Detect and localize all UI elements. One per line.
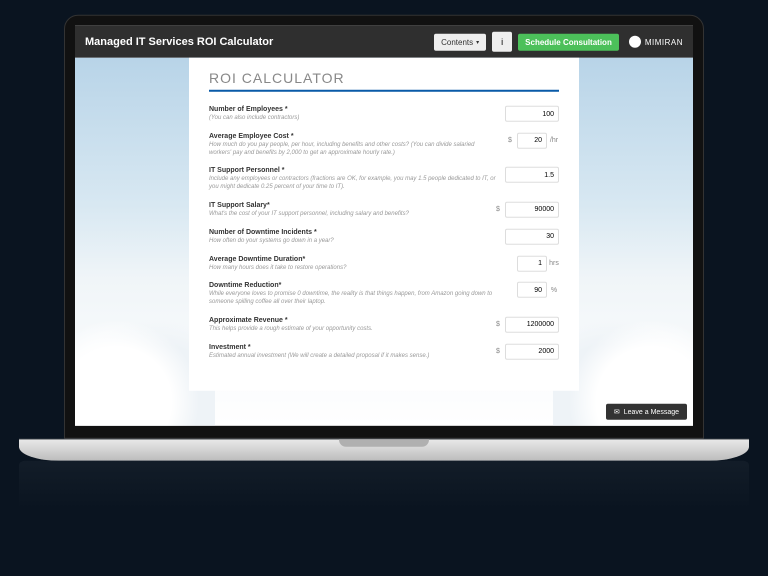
field-input-4[interactable]	[505, 229, 559, 245]
field-label: Number of Downtime Incidents *	[209, 229, 497, 236]
field-suffix: hrs	[549, 260, 559, 267]
info-button[interactable]: i	[492, 32, 512, 52]
leave-message-button[interactable]: Leave a Message	[606, 404, 687, 420]
field-suffix: /hr	[549, 137, 559, 144]
form-row: Number of Downtime Incidents * How often …	[209, 229, 559, 246]
form-row: Average Downtime Duration* How many hours…	[209, 255, 559, 272]
field-prefix: $	[493, 321, 503, 328]
field-help: How many hours does it take to restore o…	[209, 264, 509, 272]
form-row: Average Employee Cost * How much do you p…	[209, 133, 559, 158]
field-help: This helps provide a rough estimate of y…	[209, 326, 485, 334]
form-row: Number of Employees * (You can also inclu…	[209, 106, 559, 123]
contents-label: Contents	[441, 37, 473, 46]
field-label: Downtime Reduction*	[209, 282, 509, 289]
field-help: How much do you pay people, per hour, in…	[209, 142, 497, 158]
laptop-base	[19, 439, 749, 461]
field-input-7[interactable]	[505, 317, 559, 333]
field-prefix: $	[505, 137, 515, 144]
top-bar: Managed IT Services ROI Calculator Conte…	[75, 26, 693, 58]
field-input-2[interactable]	[505, 167, 559, 183]
chevron-down-icon: ▾	[476, 38, 479, 45]
form-row: IT Support Personnel * Include any employ…	[209, 167, 559, 192]
form-rows: Number of Employees * (You can also inclu…	[209, 106, 559, 361]
laptop-mockup: Managed IT Services ROI Calculator Conte…	[64, 15, 704, 521]
field-suffix: %	[549, 287, 559, 294]
field-label: IT Support Salary*	[209, 202, 485, 209]
field-prefix: $	[493, 206, 503, 213]
app-title: Managed IT Services ROI Calculator	[85, 36, 428, 48]
laptop-notch	[339, 440, 429, 447]
field-input-5[interactable]	[517, 255, 547, 271]
form-row: Investment * Estimated annual investment …	[209, 344, 559, 361]
laptop-reflection	[19, 461, 749, 509]
form-row: Downtime Reduction* While everyone loves …	[209, 282, 559, 307]
field-help: What's the cost of your IT support perso…	[209, 211, 485, 219]
field-input-6[interactable]	[517, 282, 547, 298]
form-title: ROI CALCULATOR	[209, 70, 559, 92]
app-viewport: Managed IT Services ROI Calculator Conte…	[75, 26, 693, 426]
field-label: Investment *	[209, 344, 485, 351]
brand-logo-icon	[629, 36, 641, 48]
brand-name: MIMIRAN	[645, 37, 683, 46]
field-help: Estimated annual investment (We will cre…	[209, 353, 485, 361]
field-label: Approximate Revenue *	[209, 317, 485, 324]
brand: MIMIRAN	[629, 36, 683, 48]
info-icon: i	[501, 37, 503, 47]
form-row: IT Support Salary* What's the cost of you…	[209, 202, 559, 219]
field-label: Average Downtime Duration*	[209, 255, 509, 262]
field-label: Number of Employees *	[209, 106, 497, 113]
roi-form-panel: ROI CALCULATOR Number of Employees * (You…	[189, 58, 579, 391]
field-input-8[interactable]	[505, 344, 559, 360]
field-help: (You can also include contractors)	[209, 115, 497, 123]
field-help: Include any employees or contractors (fr…	[209, 176, 497, 192]
laptop-screen-bezel: Managed IT Services ROI Calculator Conte…	[64, 15, 704, 439]
field-input-0[interactable]	[505, 106, 559, 122]
leave-message-label: Leave a Message	[624, 408, 679, 415]
schedule-consultation-button[interactable]: Schedule Consultation	[518, 33, 619, 50]
contents-dropdown[interactable]: Contents ▾	[434, 33, 486, 50]
form-row: Approximate Revenue * This helps provide …	[209, 317, 559, 334]
field-prefix: $	[493, 348, 503, 355]
field-help: How often do your systems go down in a y…	[209, 238, 497, 246]
field-label: IT Support Personnel *	[209, 167, 497, 174]
field-help: While everyone loves to promise 0 downti…	[209, 291, 509, 307]
field-input-3[interactable]	[505, 202, 559, 218]
field-input-1[interactable]	[517, 133, 547, 149]
field-label: Average Employee Cost *	[209, 133, 497, 140]
